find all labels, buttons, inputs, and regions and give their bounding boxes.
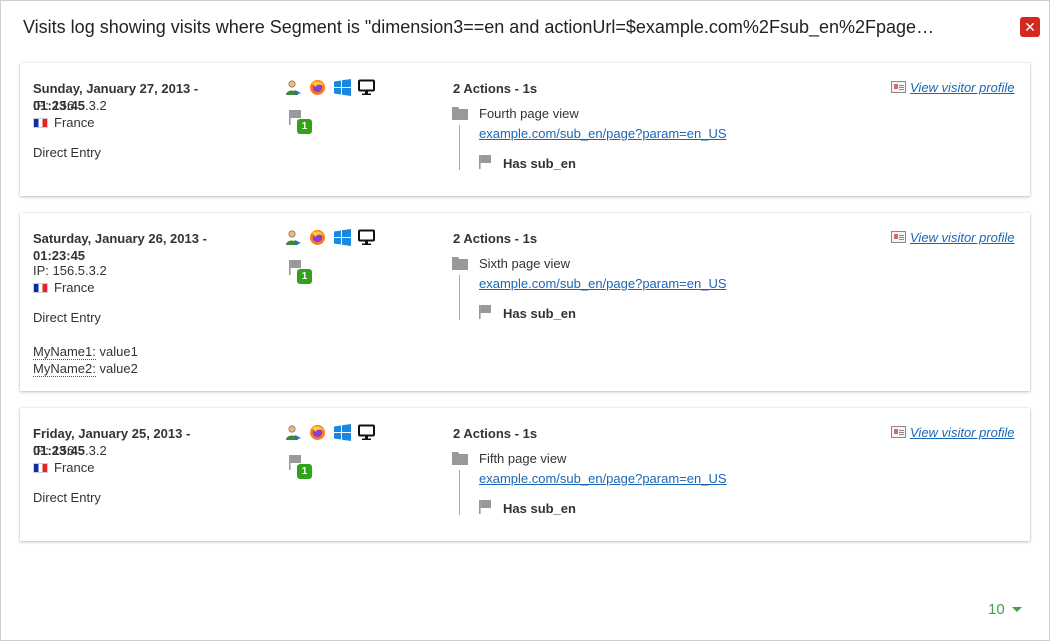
visit-referrer: Direct Entry (33, 145, 101, 160)
visit-date: Saturday, January 26, 2013 - 01:23:45 (33, 231, 207, 263)
action-tree-line (459, 470, 460, 515)
france-flag-icon (33, 118, 48, 128)
returning-visitor-icon (285, 79, 302, 96)
view-visitor-profile-link[interactable]: View visitor profile (891, 79, 1015, 96)
visitor-profile-icon (891, 426, 906, 438)
custom-variable-value: value2 (99, 361, 138, 376)
windows-icon (334, 79, 351, 96)
firefox-icon (309, 424, 326, 441)
limit-selector[interactable]: 10 (988, 600, 1022, 620)
event-name: Has sub_en (503, 501, 576, 516)
visit-referrer: Direct Entry (33, 310, 101, 325)
desktop-icon (358, 229, 375, 246)
goal-count-badge: 1 (297, 119, 312, 134)
event-flag-icon (478, 154, 492, 169)
visits-log-dialog: Visits log showing visits where Segment … (0, 0, 1050, 641)
page-url-link[interactable]: example.com/sub_en/page?param=en_US (479, 470, 727, 487)
custom-variable: MyName1: value1 (33, 343, 138, 360)
country-name: France (54, 115, 95, 130)
event-flag-icon (478, 304, 492, 319)
page-title: Fourth page view (479, 106, 579, 121)
france-flag-icon (33, 283, 48, 293)
profile-link-label: View visitor profile (910, 80, 1015, 95)
page-url-link[interactable]: example.com/sub_en/page?param=en_US (479, 275, 727, 292)
visitor-profile-icon (891, 231, 906, 243)
chevron-down-icon (1011, 607, 1022, 612)
event-name: Has sub_en (503, 156, 576, 171)
profile-link-label: View visitor profile (910, 230, 1015, 245)
actions-summary: 2 Actions - 1s (453, 231, 538, 246)
folder-icon (452, 106, 468, 120)
visit-ip: IP: 156.5.3.2 (33, 98, 107, 113)
custom-variable-value: value1 (99, 344, 138, 359)
custom-variable-name: MyName2: (33, 361, 96, 377)
view-visitor-profile-link[interactable]: View visitor profile (891, 424, 1015, 441)
limit-value: 10 (988, 601, 1005, 618)
returning-visitor-icon (285, 424, 302, 441)
visit-row: Sunday, January 27, 2013 - 01:23:45 IP: … (20, 63, 1030, 196)
windows-icon (334, 229, 351, 246)
action-tree-line (459, 275, 460, 320)
view-visitor-profile-link[interactable]: View visitor profile (891, 229, 1015, 246)
visit-row: Friday, January 25, 2013 - 01:23:45 IP: … (20, 408, 1030, 541)
visit-country: France (33, 114, 94, 131)
visit-country: France (33, 459, 94, 476)
firefox-icon (309, 229, 326, 246)
returning-visitor-icon (285, 229, 302, 246)
dialog-title: Visits log showing visits where Segment … (23, 17, 938, 37)
windows-icon (334, 424, 351, 441)
actions-summary: 2 Actions - 1s (453, 426, 538, 441)
visit-ip: IP: 156.5.3.2 (33, 443, 107, 458)
visit-country: France (33, 279, 94, 296)
visit-row: Saturday, January 26, 2013 - 01:23:45 IP… (20, 213, 1030, 391)
firefox-icon (309, 79, 326, 96)
custom-variable-name: MyName1: (33, 344, 96, 360)
country-name: France (54, 280, 95, 295)
actions-summary: 2 Actions - 1s (453, 81, 538, 96)
desktop-icon (358, 79, 375, 96)
country-name: France (54, 460, 95, 475)
folder-icon (452, 256, 468, 270)
folder-icon (452, 451, 468, 465)
goal-count-badge: 1 (297, 269, 312, 284)
action-tree-line (459, 125, 460, 170)
page-url-link[interactable]: example.com/sub_en/page?param=en_US (479, 125, 727, 142)
event-flag-icon (478, 499, 492, 514)
desktop-icon (358, 424, 375, 441)
goal-count-badge: 1 (297, 464, 312, 479)
france-flag-icon (33, 463, 48, 473)
custom-variable: MyName2: value2 (33, 360, 138, 377)
profile-link-label: View visitor profile (910, 425, 1015, 440)
close-button[interactable]: ✕ (1020, 17, 1040, 37)
visit-ip: IP: 156.5.3.2 (33, 263, 107, 278)
page-title: Sixth page view (479, 256, 571, 271)
visit-referrer: Direct Entry (33, 490, 101, 505)
page-title: Fifth page view (479, 451, 567, 466)
event-name: Has sub_en (503, 306, 576, 321)
visitor-profile-icon (891, 81, 906, 93)
